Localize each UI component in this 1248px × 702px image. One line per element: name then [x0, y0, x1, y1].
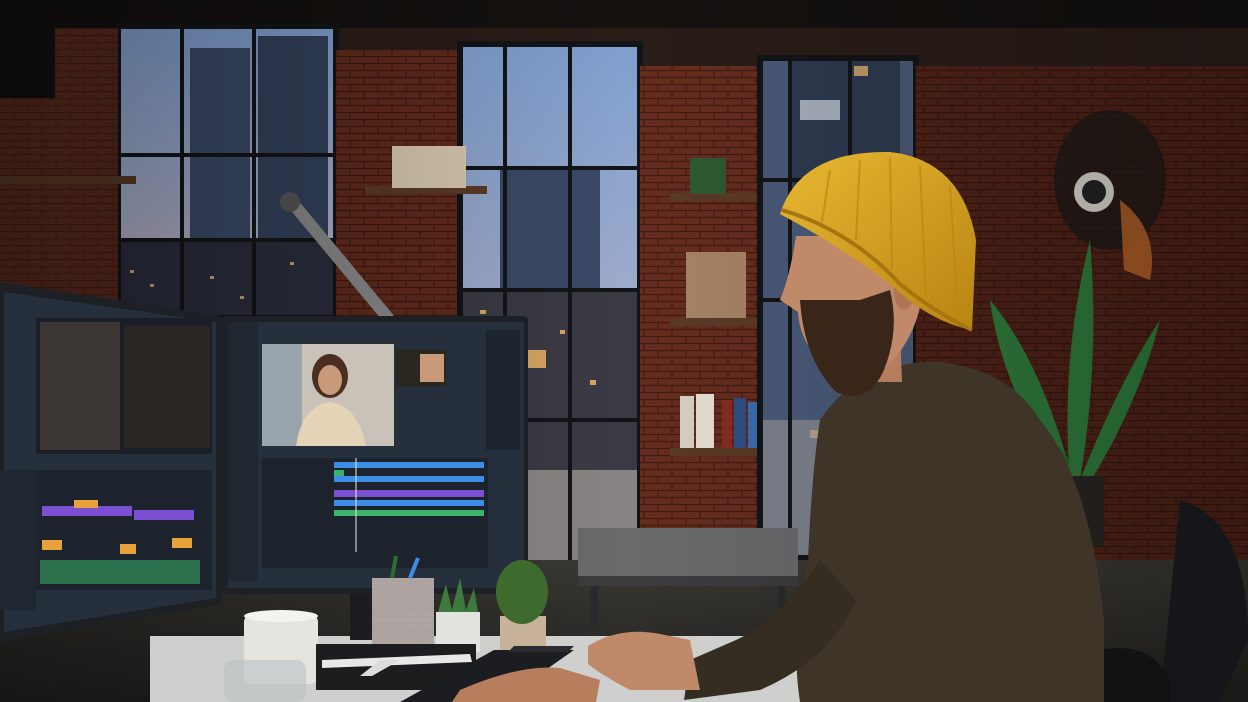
scene	[0, 0, 1248, 702]
preview-window	[262, 344, 394, 446]
timeline-right	[262, 458, 488, 568]
monitor-left	[0, 282, 222, 642]
topiary-plant	[496, 560, 548, 654]
timeline-left	[36, 470, 212, 590]
glass-jar	[224, 660, 306, 702]
